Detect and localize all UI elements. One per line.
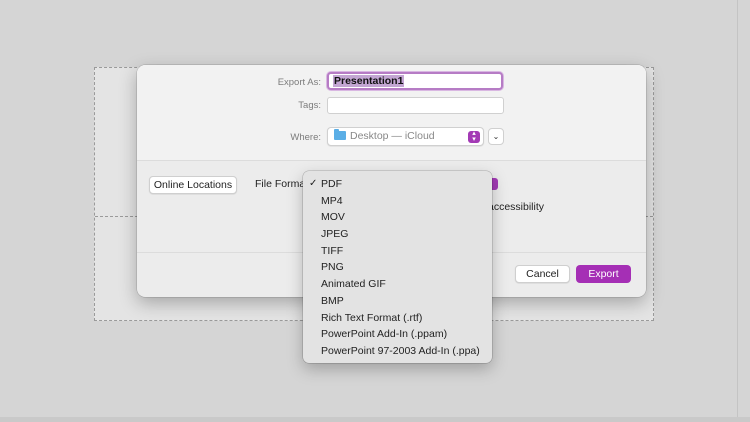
menu-item-mov[interactable]: MOV (303, 209, 492, 226)
menu-item-rtf[interactable]: Rich Text Format (.rtf) (303, 310, 492, 327)
menu-item-label: TIFF (321, 244, 344, 257)
export-button[interactable]: Export (576, 265, 631, 283)
where-select[interactable]: Desktop — iCloud ▴ ▾ (327, 127, 484, 146)
online-locations-button[interactable]: Online Locations (149, 176, 237, 194)
menu-item-label: MOV (321, 211, 345, 224)
tags-label: Tags: (298, 100, 321, 111)
menu-item-label: PowerPoint 97-2003 Add-In (.ppa) (321, 344, 480, 357)
menu-item-label: MP4 (321, 194, 343, 207)
file-name-input[interactable]: Presentation1 (327, 72, 503, 90)
where-stepper-icon: ▴ ▾ (468, 130, 480, 143)
menu-item-mp4[interactable]: MP4 (303, 193, 492, 210)
tags-input[interactable] (327, 97, 504, 114)
menu-item-label: Animated GIF (321, 278, 386, 291)
expand-dialog-button[interactable]: ⌄ (488, 128, 504, 145)
menu-item-ppa[interactable]: PowerPoint 97-2003 Add-In (.ppa) (303, 343, 492, 360)
menu-item-label: PNG (321, 261, 344, 274)
menu-item-label: PowerPoint Add-In (.ppam) (321, 328, 448, 341)
menu-item-label: Rich Text Format (.rtf) (321, 311, 423, 324)
file-name-text: Presentation1 (333, 75, 405, 87)
menu-item-bmp[interactable]: BMP (303, 293, 492, 310)
accessibility-option-text: accessibility (488, 201, 545, 213)
menu-item-animated-gif[interactable]: Animated GIF (303, 276, 492, 293)
window-edge (737, 0, 738, 422)
where-value: Desktop — iCloud (350, 130, 435, 142)
export-as-label: Export As: (277, 77, 321, 88)
menu-item-tiff[interactable]: TIFF (303, 243, 492, 260)
menu-item-ppam[interactable]: PowerPoint Add-In (.ppam) (303, 326, 492, 343)
status-strip (0, 417, 750, 422)
file-format-label: File Format (255, 178, 309, 190)
folder-icon (334, 129, 346, 140)
menu-item-pdf[interactable]: ✓ PDF (303, 176, 492, 193)
dialog-separator (137, 160, 646, 161)
menu-item-label: JPEG (321, 228, 349, 241)
menu-item-label: PDF (321, 178, 342, 190)
cancel-button[interactable]: Cancel (515, 265, 570, 283)
menu-item-label: BMP (321, 294, 344, 307)
chevron-down-icon: ⌄ (492, 132, 500, 141)
menu-item-png[interactable]: PNG (303, 259, 492, 276)
checkmark-icon: ✓ (309, 178, 318, 189)
menu-item-jpeg[interactable]: JPEG (303, 226, 492, 243)
file-format-menu: ✓ PDF MP4 MOV JPEG TIFF PNG Animated GIF … (303, 171, 492, 363)
where-label: Where: (290, 132, 321, 143)
